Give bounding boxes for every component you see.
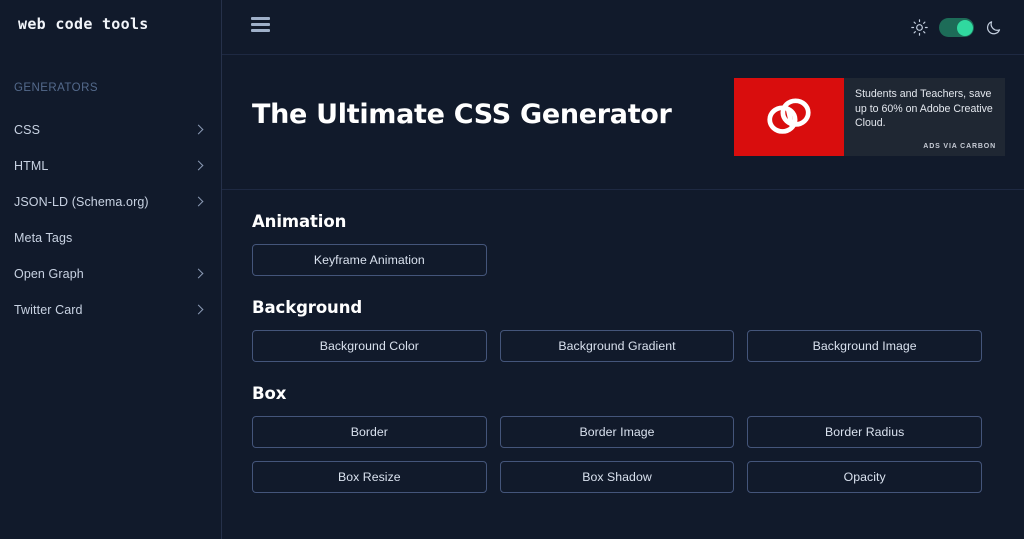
sidebar-item-html[interactable]: HTML [0,148,222,184]
section-title: Background [252,298,363,317]
page-title: The Ultimate CSS Generator [252,99,672,130]
top-bar [222,0,1024,55]
tool-button-opacity[interactable]: Opacity [747,461,982,493]
section-box: Box Border Border Image Border Radius Bo… [252,362,982,493]
sun-icon[interactable] [911,19,928,36]
sidebar-item-label: CSS [14,122,41,137]
tool-button-box-resize[interactable]: Box Resize [252,461,487,493]
sidebar-item-meta-tags[interactable]: Meta Tags [0,220,222,256]
tool-button-background-color[interactable]: Background Color [252,330,487,362]
sidebar-item-twitter-card[interactable]: Twitter Card [0,292,222,328]
sidebar-item-label: HTML [14,158,49,173]
app-root: web code tools GENERATORS CSS HTML JSON-… [0,0,1024,539]
tool-button-keyframe-animation[interactable]: Keyframe Animation [252,244,487,276]
ad-body: Students and Teachers, save up to 60% on… [844,78,1005,156]
moon-icon[interactable] [985,19,1002,36]
hamburger-bar [251,23,270,26]
hamburger-icon[interactable] [251,17,270,32]
brand-logo[interactable]: web code tools [18,15,149,33]
theme-toggle-switch[interactable] [939,18,974,37]
tool-button-border-image[interactable]: Border Image [499,416,735,448]
sidebar: web code tools GENERATORS CSS HTML JSON-… [0,0,222,539]
theme-toggle-knob [956,19,973,36]
button-grid: Keyframe Animation [252,244,982,276]
sidebar-nav-list: CSS HTML JSON-LD (Schema.org) Meta Tags … [0,112,222,328]
sidebar-item-label: JSON-LD (Schema.org) [14,194,149,209]
section-background: Background Background Color Background G… [252,276,982,362]
sidebar-item-label: Twitter Card [14,302,83,317]
hero-section: The Ultimate CSS Generator Students and … [222,55,1024,190]
button-grid: Border Border Image Border Radius Box Re… [252,416,982,493]
section-title: Animation [252,212,347,231]
sidebar-item-label: Meta Tags [14,230,73,245]
ad-attribution: ADS VIA CARBON [923,143,996,150]
chevron-right-icon [193,268,204,279]
sidebar-item-label: Open Graph [14,266,84,281]
tool-button-background-gradient[interactable]: Background Gradient [499,330,735,362]
ad-logo-panel [734,78,844,156]
advertisement-banner[interactable]: Students and Teachers, save up to 60% on… [734,78,1005,156]
chevron-right-icon [193,196,204,207]
button-grid: Background Color Background Gradient Bac… [252,330,982,362]
chevron-right-icon [193,124,204,135]
chevron-right-icon [193,160,204,171]
section-title: Box [252,384,287,403]
sidebar-item-json-ld[interactable]: JSON-LD (Schema.org) [0,184,222,220]
section-animation: Animation Keyframe Animation [252,190,982,276]
tool-button-box-shadow[interactable]: Box Shadow [499,461,735,493]
ad-text: Students and Teachers, save up to 60% on… [855,88,993,130]
tool-button-border[interactable]: Border [252,416,487,448]
sidebar-item-open-graph[interactable]: Open Graph [0,256,222,292]
hamburger-bar [251,29,270,32]
generator-content: Animation Keyframe Animation Background … [222,190,1024,538]
hamburger-bar [251,17,270,20]
main-column: The Ultimate CSS Generator Students and … [222,0,1024,539]
sidebar-item-css[interactable]: CSS [0,112,222,148]
theme-toggle-group [911,0,1002,55]
tool-button-background-image[interactable]: Background Image [747,330,982,362]
adobe-creative-cloud-icon [767,98,811,134]
sidebar-section-label: GENERATORS [14,82,98,94]
chevron-right-icon [193,304,204,315]
tool-button-border-radius[interactable]: Border Radius [747,416,982,448]
